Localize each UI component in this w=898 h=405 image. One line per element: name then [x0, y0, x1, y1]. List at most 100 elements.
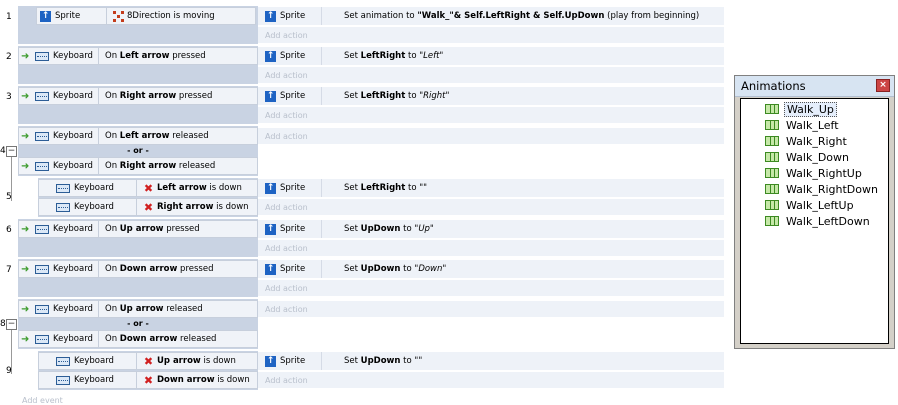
trigger-arrow-icon: ➜ — [21, 303, 30, 315]
8direction-behavior-icon — [113, 10, 124, 22]
action-text: Set LeftRight to "" — [344, 183, 428, 193]
panel-title: Animations — [741, 79, 806, 93]
condition-text: Down arrow is down — [157, 375, 250, 385]
animation-list[interactable]: Walk_Up Walk_Left Walk_Right Walk_Down W… — [740, 98, 889, 344]
animation-item[interactable]: Walk_Down — [741, 149, 888, 165]
sprite-object-icon: ↑ — [265, 90, 276, 102]
add-action-link[interactable]: Add action — [258, 128, 724, 144]
trigger-arrow-icon: ➜ — [21, 130, 30, 142]
add-action-link[interactable]: Add action — [258, 301, 724, 317]
event-1-conditions[interactable]: ↑ Sprite 8Direction is moving — [18, 6, 258, 44]
animation-item[interactable]: Walk_LeftDown — [741, 213, 888, 229]
condition-row[interactable]: ➜ Keyboard On Up arrow pressed — [18, 220, 258, 238]
event-number: 1 — [6, 12, 12, 22]
film-strip-icon — [765, 104, 779, 114]
trigger-arrow-icon: ➜ — [21, 50, 30, 62]
event-number: 9 — [6, 366, 12, 376]
keyboard-icon — [35, 264, 49, 274]
trigger-arrow-icon: ➜ — [21, 223, 30, 235]
panel-titlebar[interactable]: Animations × — [735, 76, 894, 97]
event-number: 5 — [6, 192, 12, 202]
keyboard-icon — [35, 224, 49, 234]
add-action-link[interactable]: Add action — [258, 240, 724, 256]
condition-row[interactable]: Keyboard ✖ Down arrow is down — [38, 371, 258, 389]
condition-row[interactable]: ↑ Sprite 8Direction is moving — [36, 7, 256, 25]
animation-item[interactable]: Walk_Right — [741, 133, 888, 149]
action-row[interactable]: ↑ Sprite Set animation to "Walk_"& Self.L… — [258, 7, 724, 25]
add-action-link[interactable]: Add action — [258, 372, 724, 388]
event-5-conditions[interactable]: Keyboard ✖ Left arrow is down Keyboard ✖… — [38, 178, 258, 217]
condition-row[interactable]: ➜ Keyboard On Right arrow pressed — [18, 87, 258, 105]
condition-text: Right arrow is down — [157, 202, 249, 212]
event-number: 8 — [0, 319, 6, 329]
action-row[interactable]: ↑ Sprite Set UpDown to "Down" — [258, 260, 724, 278]
add-action-link[interactable]: Add action — [258, 67, 724, 83]
collapse-toggle[interactable]: − — [6, 146, 17, 157]
keyboard-icon — [35, 131, 49, 141]
action-text: Set LeftRight to "Right" — [344, 91, 450, 101]
event-number: 3 — [6, 92, 12, 102]
invert-x-icon: ✖ — [143, 373, 154, 387]
add-action-link[interactable]: Add action — [258, 199, 724, 215]
or-separator: - or - — [127, 146, 149, 155]
event-7-conditions[interactable]: ➜ Keyboard On Down arrow pressed — [18, 259, 258, 297]
action-text: Set UpDown to "Up" — [344, 224, 434, 234]
trigger-arrow-icon: ➜ — [21, 160, 30, 172]
condition-row[interactable]: ➜ Keyboard On Left arrow pressed — [18, 47, 258, 65]
action-row[interactable]: ↑ Sprite Set UpDown to "" — [258, 352, 724, 370]
condition-row[interactable]: ➜ Keyboard On Up arrow released — [18, 300, 258, 318]
trigger-arrow-icon: ➜ — [21, 263, 30, 275]
add-action-link[interactable]: Add action — [258, 280, 724, 296]
animation-item[interactable]: Walk_RightDown — [741, 181, 888, 197]
event-number: 6 — [6, 225, 12, 235]
animation-item[interactable]: Walk_Up — [741, 101, 888, 117]
event-6-conditions[interactable]: ➜ Keyboard On Up arrow pressed — [18, 219, 258, 257]
condition-text: On Left arrow pressed — [105, 51, 206, 61]
condition-row[interactable]: ➜ Keyboard On Right arrow released — [18, 157, 258, 175]
sprite-object-icon: ↑ — [40, 10, 51, 22]
action-row[interactable]: ↑ Sprite Set LeftRight to "" — [258, 179, 724, 197]
action-row[interactable]: ↑ Sprite Set LeftRight to "Right" — [258, 87, 724, 105]
sprite-object-icon: ↑ — [265, 10, 276, 22]
close-icon[interactable]: × — [876, 79, 890, 92]
condition-row[interactable]: Keyboard ✖ Left arrow is down — [38, 179, 258, 197]
keyboard-icon — [56, 183, 70, 193]
or-separator: - or - — [127, 319, 149, 328]
event-number: 2 — [6, 52, 12, 62]
event-number: 4 — [0, 146, 6, 156]
animation-item[interactable]: Walk_Left — [741, 117, 888, 133]
condition-row[interactable]: ➜ Keyboard On Left arrow released — [18, 127, 258, 145]
condition-text: On Up arrow pressed — [105, 224, 200, 234]
animation-item[interactable]: Walk_RightUp — [741, 165, 888, 181]
trigger-arrow-icon: ➜ — [21, 90, 30, 102]
film-strip-icon — [765, 168, 779, 178]
film-strip-icon — [765, 152, 779, 162]
event-3-conditions[interactable]: ➜ Keyboard On Right arrow pressed — [18, 86, 258, 124]
condition-row[interactable]: Keyboard ✖ Up arrow is down — [38, 352, 258, 370]
animations-panel: Animations × Walk_Up Walk_Left Walk_Righ… — [734, 75, 895, 349]
event-2-conditions[interactable]: ➜ Keyboard On Left arrow pressed — [18, 46, 258, 84]
condition-text: On Down arrow pressed — [105, 264, 214, 274]
keyboard-icon — [35, 334, 49, 344]
sprite-object-icon: ↑ — [265, 263, 276, 275]
animation-item[interactable]: Walk_LeftUp — [741, 197, 888, 213]
keyboard-icon — [56, 375, 70, 385]
sprite-object-icon: ↑ — [265, 182, 276, 194]
add-action-link[interactable]: Add action — [258, 107, 724, 123]
action-row[interactable]: ↑ Sprite Set LeftRight to "Left" — [258, 47, 724, 65]
sprite-object-icon: ↑ — [265, 355, 276, 367]
collapse-toggle[interactable]: − — [6, 319, 17, 330]
keyboard-icon — [56, 202, 70, 212]
event-number: 7 — [6, 265, 12, 275]
film-strip-icon — [765, 136, 779, 146]
event-9-conditions[interactable]: Keyboard ✖ Up arrow is down Keyboard ✖ D… — [38, 351, 258, 390]
action-row[interactable]: ↑ Sprite Set UpDown to "Up" — [258, 220, 724, 238]
condition-row[interactable]: Keyboard ✖ Right arrow is down — [38, 198, 258, 216]
film-strip-icon — [765, 184, 779, 194]
condition-text: Up arrow is down — [157, 356, 236, 366]
condition-row[interactable]: ➜ Keyboard On Down arrow pressed — [18, 260, 258, 278]
condition-row[interactable]: ➜ Keyboard On Down arrow released — [18, 330, 258, 348]
add-action-link[interactable]: Add action — [258, 27, 724, 43]
sprite-object-icon: ↑ — [265, 223, 276, 235]
keyboard-icon — [35, 51, 49, 61]
